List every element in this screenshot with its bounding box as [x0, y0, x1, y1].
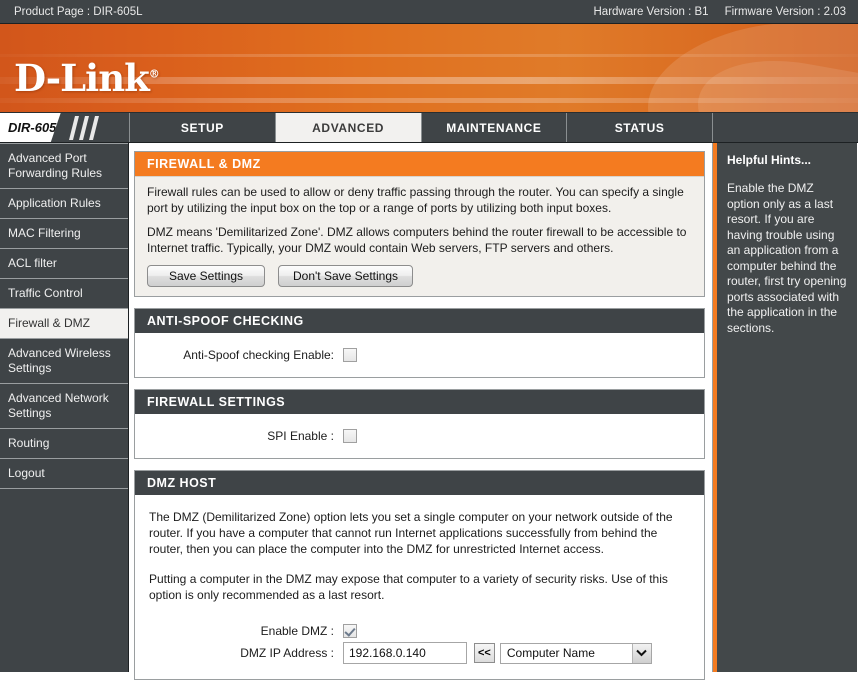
- tab-status[interactable]: STATUS: [566, 113, 712, 142]
- dmz-ip-address-input[interactable]: [343, 642, 467, 664]
- firewall-settings-header: FIREWALL SETTINGS: [135, 390, 704, 414]
- tab-advanced[interactable]: ADVANCED: [274, 113, 421, 142]
- hardware-version-label: Hardware Version : B1: [593, 5, 709, 18]
- sidebar-item-routing[interactable]: Routing: [0, 429, 128, 459]
- main-tab-bar: DIR-605L SETUP ADVANCED MAINTENANCE STAT…: [0, 113, 858, 143]
- dmz-paragraph-2: Putting a computer in the DMZ may expose…: [149, 572, 668, 602]
- anti-spoof-body: Anti-Spoof checking Enable:: [135, 333, 704, 377]
- tab-bar-filler: [712, 113, 858, 142]
- anti-spoof-header: ANTI-SPOOF CHECKING: [135, 309, 704, 333]
- chevron-down-icon: [631, 643, 651, 663]
- badge-slash-icon-2: [79, 116, 89, 140]
- main-area: Advanced Port Forwarding Rules Applicati…: [0, 143, 858, 680]
- sidebar-menu: Advanced Port Forwarding Rules Applicati…: [0, 143, 129, 672]
- top-status-bar: Product Page : DIR-605L Hardware Version…: [0, 0, 858, 24]
- dlink-logo: D-Link®: [14, 56, 160, 100]
- firewall-dmz-header: FIREWALL & DMZ: [135, 152, 704, 176]
- anti-spoof-enable-checkbox[interactable]: [343, 348, 357, 362]
- intro-button-row: Save Settings Don't Save Settings: [147, 265, 692, 287]
- anti-spoof-panel: ANTI-SPOOF CHECKING Anti-Spoof checking …: [134, 308, 705, 378]
- dmz-host-fields: Enable DMZ : DMZ IP Address : << Compute…: [135, 609, 704, 679]
- firewall-settings-panel: FIREWALL SETTINGS SPI Enable :: [134, 389, 705, 459]
- content-area: FIREWALL & DMZ Firewall rules can be use…: [129, 143, 713, 680]
- sidebar-item-traffic-control[interactable]: Traffic Control: [0, 279, 128, 309]
- sidebar-item-firewall-and-dmz[interactable]: Firewall & DMZ: [0, 309, 128, 339]
- firewall-dmz-intro-body: Firewall rules can be used to allow or d…: [135, 176, 704, 296]
- sidebar-item-advanced-wireless-settings[interactable]: Advanced Wireless Settings: [0, 339, 128, 384]
- dont-save-settings-button[interactable]: Don't Save Settings: [278, 265, 414, 287]
- firewall-dmz-intro-panel: FIREWALL & DMZ Firewall rules can be use…: [134, 151, 705, 297]
- helpful-hints-text: Enable the DMZ option only as a last res…: [727, 181, 847, 335]
- computer-name-select-value: Computer Name: [506, 646, 595, 660]
- enable-dmz-row: Enable DMZ :: [135, 622, 704, 640]
- sidebar-item-acl-filter[interactable]: ACL filter: [0, 249, 128, 279]
- registered-trademark-icon: ®: [148, 67, 160, 81]
- anti-spoof-enable-row: Anti-Spoof checking Enable:: [135, 346, 704, 364]
- firewall-settings-body: SPI Enable :: [135, 414, 704, 458]
- chevron-down-glyph: [636, 649, 648, 657]
- dmz-host-description: The DMZ (Demilitarized Zone) option lets…: [135, 495, 704, 609]
- helpful-hints-panel: Helpful Hints... Enable the DMZ option o…: [713, 143, 857, 672]
- intro-paragraph-2: DMZ means 'Demilitarized Zone'. DMZ allo…: [147, 225, 687, 255]
- sidebar-item-mac-filtering[interactable]: MAC Filtering: [0, 219, 128, 249]
- intro-paragraph-1: Firewall rules can be used to allow or d…: [147, 185, 684, 215]
- badge-slash-icon-1: [69, 116, 79, 140]
- enable-dmz-checkbox[interactable]: [343, 624, 357, 638]
- brand-banner: D-Link®: [0, 24, 858, 113]
- sidebar-item-application-rules[interactable]: Application Rules: [0, 189, 128, 219]
- save-settings-button[interactable]: Save Settings: [147, 265, 265, 287]
- dmz-ip-address-row: DMZ IP Address : << Computer Name: [135, 640, 704, 666]
- tab-maintenance[interactable]: MAINTENANCE: [420, 113, 567, 142]
- model-badge: DIR-605L: [0, 113, 129, 142]
- tab-setup[interactable]: SETUP: [129, 113, 275, 142]
- badge-slash-icon-3: [89, 116, 99, 140]
- spi-enable-label: SPI Enable :: [267, 429, 334, 443]
- product-page-label: Product Page : DIR-605L: [14, 5, 143, 18]
- sidebar-item-logout[interactable]: Logout: [0, 459, 128, 489]
- copy-computer-ip-button[interactable]: <<: [474, 643, 495, 663]
- enable-dmz-label: Enable DMZ :: [260, 624, 334, 638]
- dmz-host-header: DMZ HOST: [135, 471, 704, 495]
- dlink-logo-text: D-Link: [14, 56, 150, 100]
- computer-name-select[interactable]: Computer Name: [499, 642, 652, 664]
- sidebar-item-advanced-network-settings[interactable]: Advanced Network Settings: [0, 384, 128, 429]
- dmz-paragraph-1: The DMZ (Demilitarized Zone) option lets…: [149, 510, 673, 556]
- helpful-hints-title: Helpful Hints...: [727, 153, 811, 167]
- dmz-host-panel: DMZ HOST The DMZ (Demilitarized Zone) op…: [134, 470, 705, 680]
- anti-spoof-enable-label: Anti-Spoof checking Enable:: [183, 348, 334, 362]
- dmz-ip-address-label: DMZ IP Address :: [240, 646, 334, 660]
- spi-enable-checkbox[interactable]: [343, 429, 357, 443]
- firmware-version-label: Firmware Version : 2.03: [724, 5, 846, 18]
- spi-enable-row: SPI Enable :: [135, 427, 704, 445]
- sidebar-item-advanced-port-forwarding-rules[interactable]: Advanced Port Forwarding Rules: [0, 143, 128, 189]
